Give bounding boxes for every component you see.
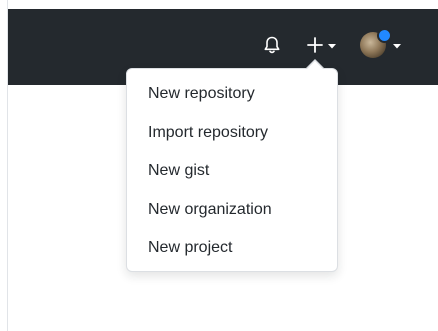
menu-item-import-repository[interactable]: Import repository [127, 114, 337, 153]
menu-item-new-repository[interactable]: New repository [127, 75, 337, 114]
menu-item-new-project[interactable]: New project [127, 229, 337, 268]
create-new-dropdown: New repository Import repository New gis… [126, 68, 338, 272]
menu-item-new-organization[interactable]: New organization [127, 191, 337, 230]
page-left-border [0, 0, 8, 331]
bell-icon[interactable] [262, 35, 282, 55]
create-new-menu: New repository Import repository New gis… [127, 69, 337, 268]
caret-down-icon[interactable] [327, 42, 337, 50]
notification-dot-icon [377, 28, 392, 43]
dropdown-pointer-fill [307, 61, 323, 69]
plus-icon[interactable] [305, 35, 325, 55]
menu-item-new-gist[interactable]: New gist [127, 152, 337, 191]
caret-down-icon[interactable] [392, 42, 402, 50]
